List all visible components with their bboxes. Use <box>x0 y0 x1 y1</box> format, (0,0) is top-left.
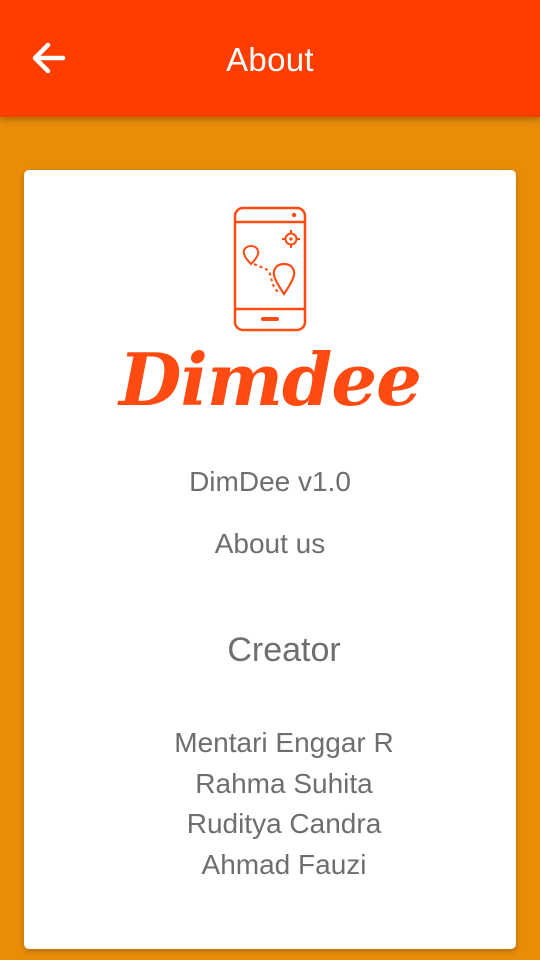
creator-name: Mentari Enggar R <box>174 727 394 758</box>
creator-name: Rahma Suhita <box>195 767 373 799</box>
creator-name: Ruditya Candra <box>186 808 382 839</box>
phone-map-icon <box>233 206 307 332</box>
about-us-link[interactable]: About us <box>24 524 516 564</box>
brand-wordmark: Dimdee <box>119 337 422 422</box>
creator-list: Mentari Enggar R Rahma Suhita Ruditya Ca… <box>38 723 530 885</box>
about-card: Dimdee DimDee v1.0 About us Creator Ment… <box>24 170 516 949</box>
page-title: About <box>226 41 314 78</box>
app-bar: About <box>0 0 540 117</box>
creator-name: Ahmad Fauzi <box>201 848 367 880</box>
app-version: DimDee v1.0 <box>189 466 351 497</box>
creator-heading: Creator <box>227 631 341 669</box>
